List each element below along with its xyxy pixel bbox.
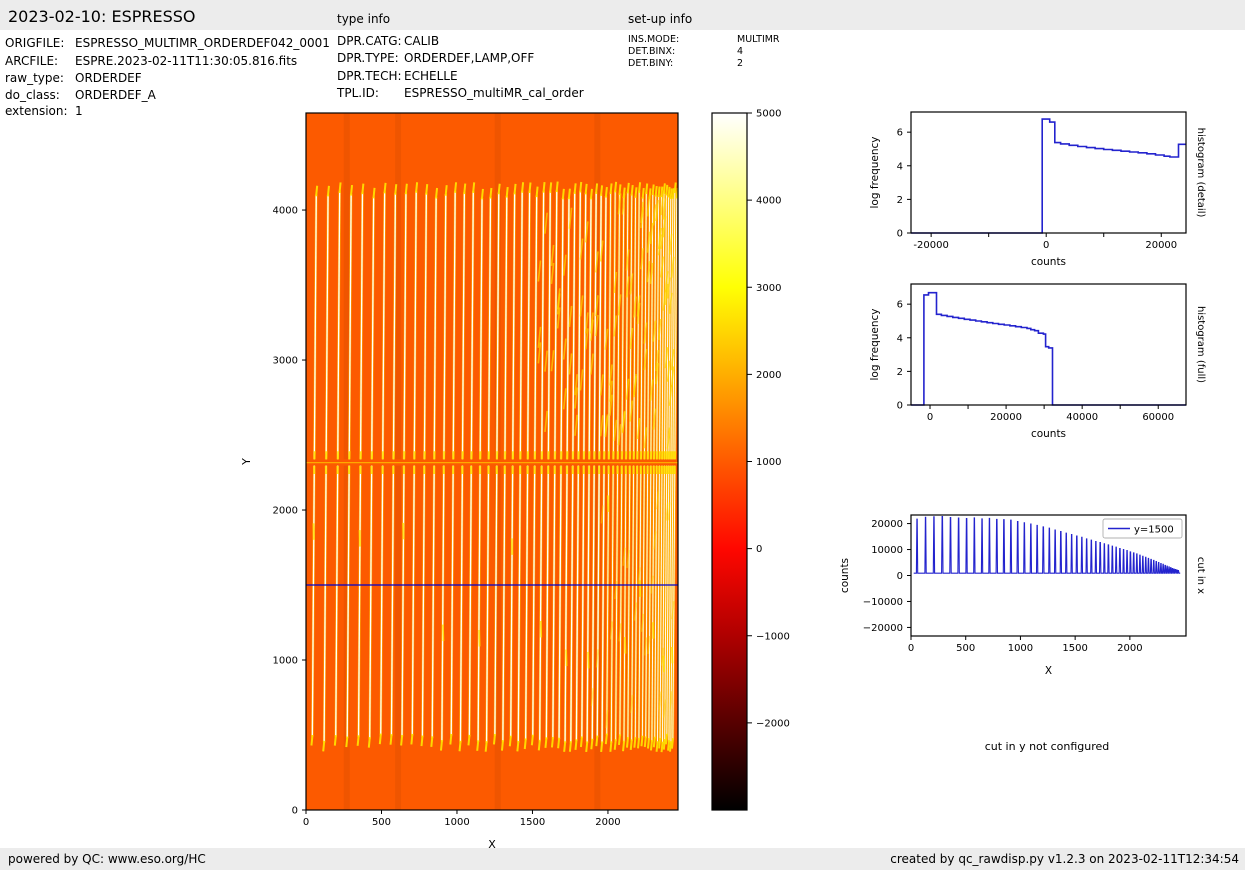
- x-tick-label: 1500: [1062, 643, 1087, 654]
- histogram-full-plot-frame: [910, 283, 1187, 406]
- histogram-detail-plot-series: [911, 118, 1186, 234]
- x-tick-label: 1000: [444, 817, 469, 828]
- colorbar-tick-label: 0: [756, 544, 762, 555]
- y-tick-label: 3000: [273, 356, 298, 367]
- cut-y-label: counts: [839, 558, 851, 593]
- y-tick-label: 4000: [273, 206, 298, 217]
- histogram-full-plot-series: [911, 291, 1186, 406]
- x-tick-label: 20000: [1145, 240, 1177, 251]
- footer-right: created by qc_rawdisp.py v1.2.3 on 2023-…: [890, 852, 1239, 866]
- histogram-full-plot-right-label: histogram (full): [1195, 306, 1206, 383]
- x-tick-label: 60000: [1142, 412, 1174, 423]
- y-tick-label: 2: [897, 195, 903, 206]
- histogram-detail-plot: -20000 0 20000 0 2 4 6 counts log frequency histo…: [869, 111, 1206, 268]
- histogram-detail-plot-x-label: counts: [1031, 256, 1066, 268]
- y-tick-label: 0: [897, 401, 903, 412]
- cut-in-x-plot: 0 500 1000 1500 2000 −20000 −10000 0 10000 20000 X…: [839, 514, 1206, 677]
- footer-left: powered by QC: www.eso.org/HC: [8, 852, 206, 866]
- histogram-detail-plot-frame: [910, 111, 1187, 234]
- x-tick-label: 2000: [1117, 643, 1142, 654]
- y-tick-label: 0: [897, 229, 903, 240]
- legend-label: y=1500: [1134, 525, 1174, 536]
- colorbar-tick-label: 4000: [756, 196, 781, 207]
- y-tick-label: 0: [897, 571, 903, 582]
- qc-rawdisp-page: { "header": { "title": "2023-02-10: ESPR…: [0, 0, 1245, 870]
- histogram-full-plot-y-label: log frequency: [869, 308, 881, 380]
- x-tick-label: 1500: [520, 817, 545, 828]
- y-tick-label: 2000: [273, 506, 298, 517]
- colorbar-tick-label: 3000: [756, 283, 781, 294]
- colorbar-tick-label: 2000: [756, 370, 781, 381]
- cut-x-label: X: [1045, 665, 1052, 677]
- x-tick-label: 0: [303, 817, 309, 828]
- x-tick-label: 0: [927, 412, 933, 423]
- colorbar-tick-label: 1000: [756, 457, 781, 468]
- y-tick-label: −20000: [863, 623, 903, 634]
- y-tick-label: 6: [897, 128, 903, 139]
- main-x-axis-label: X: [488, 838, 496, 851]
- x-tick-label: 40000: [1066, 412, 1098, 423]
- y-tick-label: 20000: [871, 519, 903, 530]
- y-tick-label: 2: [897, 367, 903, 378]
- main-image-plot: 0 500 1000 1500 2000 0 1000 2000 3000 4000 X Y: [240, 112, 679, 851]
- histogram-full-plot-x-label: counts: [1031, 428, 1066, 440]
- y-tick-label: 1000: [273, 656, 298, 667]
- x-tick-label: 0: [1043, 240, 1049, 251]
- colorbar-tick-label: 5000: [756, 109, 781, 120]
- colorbar: 5000 4000 3000 2000 1000 0 −1000 −2000: [711, 109, 790, 811]
- y-tick-label: 6: [897, 300, 903, 311]
- cut-in-y-note: cut in y not configured: [984, 740, 1110, 753]
- cut-in-x-legend: y=1500: [1102, 518, 1183, 539]
- histogram-detail-plot-y-label: log frequency: [869, 136, 881, 208]
- x-tick-label: 500: [956, 643, 975, 654]
- x-tick-label: -20000: [913, 240, 948, 251]
- y-tick-label: 0: [292, 806, 298, 817]
- y-tick-label: 10000: [871, 545, 903, 556]
- x-tick-label: 0: [908, 643, 914, 654]
- x-tick-label: 2000: [595, 817, 620, 828]
- y-tick-label: 4: [897, 333, 903, 344]
- colorbar-tick-label: −2000: [756, 718, 790, 729]
- cut-right-label: cut in x: [1195, 557, 1206, 594]
- x-tick-label: 500: [372, 817, 391, 828]
- main-image-pixels: [306, 113, 678, 810]
- colorbar-tick-label: −1000: [756, 631, 790, 642]
- y-tick-label: 4: [897, 161, 903, 172]
- main-y-axis-label: Y: [240, 458, 253, 466]
- x-tick-label: 20000: [990, 412, 1022, 423]
- colorbar-gradient: [712, 113, 747, 810]
- x-tick-label: 1000: [1008, 643, 1033, 654]
- histogram-full-plot: 0 20000 40000 60000 0 2 4 6 counts log frequency h…: [869, 283, 1206, 440]
- histogram-detail-plot-right-label: histogram (detail): [1195, 128, 1206, 218]
- y-tick-label: −10000: [863, 597, 903, 608]
